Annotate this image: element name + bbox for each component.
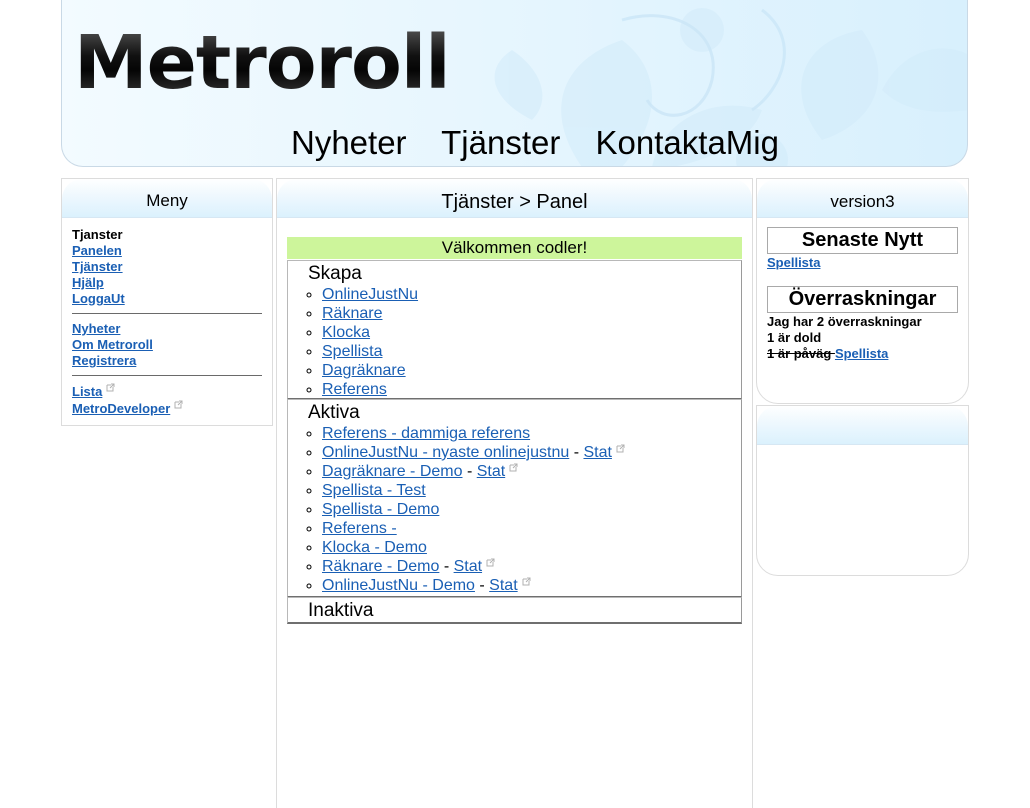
aktiva-item-link[interactable]: Dagräknare - Demo — [322, 463, 463, 480]
external-link-icon — [616, 444, 625, 453]
menu-link-tjanster[interactable]: Tjänster — [72, 259, 123, 274]
external-link-icon — [174, 400, 183, 409]
separator: - — [462, 463, 477, 480]
menu-link-om-metroroll[interactable]: Om Metroroll — [72, 337, 153, 352]
stat-link[interactable]: Stat — [583, 444, 611, 461]
version-label: version3 — [830, 192, 895, 211]
menu-link-loggaut[interactable]: LoggaUt — [72, 291, 125, 306]
top-navigation: Nyheter Tjänster KontaktaMig — [291, 126, 805, 159]
list-item: OnlineJustNu — [322, 285, 741, 304]
skapa-title: Skapa — [308, 263, 362, 284]
skapa-link-klocka[interactable]: Klocka — [322, 324, 370, 341]
aktiva-item-link[interactable]: Räknare - Demo — [322, 558, 439, 575]
list-item: Klocka - Demo — [322, 538, 741, 557]
overraskningar-heading: Överraskningar — [767, 286, 958, 313]
overraskningar-spellista-link[interactable]: Spellista — [835, 346, 888, 361]
menu-link-metrodeveloper[interactable]: MetroDeveloper — [72, 401, 170, 416]
aktiva-item-link[interactable]: OnlineJustNu - nyaste onlinejustnu — [322, 444, 569, 461]
overraskningar-count: Jag har 2 överraskningar — [767, 314, 922, 329]
menu-link-registrera[interactable]: Registrera — [72, 353, 136, 368]
menu-panel-tab: Meny — [62, 179, 272, 218]
menu-heading: Tjanster — [72, 227, 123, 242]
list-item: Räknare — [322, 304, 741, 323]
skapa-link-onlinejustnu[interactable]: OnlineJustNu — [322, 286, 418, 303]
list-item: Referens - — [322, 519, 741, 538]
menu-title: Meny — [146, 191, 188, 210]
external-link-icon — [509, 463, 518, 472]
skapa-link-dagraknare[interactable]: Dagräknare — [322, 362, 406, 379]
welcome-banner: Välkommen codler! — [287, 237, 742, 259]
stat-link[interactable]: Stat — [477, 463, 505, 480]
senaste-spellista-link[interactable]: Spellista — [767, 255, 820, 270]
skapa-list: OnlineJustNu Räknare Klocka Spellista Da… — [288, 285, 741, 399]
nav-nyheter[interactable]: Nyheter — [291, 124, 407, 161]
skapa-link-referens[interactable]: Referens — [322, 381, 387, 398]
menu-link-hjalp[interactable]: Hjälp — [72, 275, 104, 290]
separator: - — [474, 577, 490, 594]
main-panel: Tjänster > Panel Välkommen codler! Skapa… — [276, 178, 753, 808]
empty-panel-tab — [757, 406, 968, 445]
aktiva-item-link[interactable]: Referens - — [322, 520, 397, 537]
aktiva-item-link[interactable]: Spellista - Test — [322, 482, 426, 499]
info-panel: version3 Senaste Nytt Spellista Överrask… — [756, 178, 969, 404]
breadcrumb: Tjänster > Panel — [441, 191, 588, 213]
list-item: Dagräknare — [322, 361, 741, 380]
menu-list: Tjanster Panelen Tjänster Hjälp LoggaUt … — [72, 227, 262, 417]
skapa-link-raknare[interactable]: Räknare — [322, 305, 382, 322]
list-item: Dagräknare - Demo - Stat — [322, 462, 741, 481]
menu-divider — [72, 375, 262, 376]
main-panel-tab: Tjänster > Panel — [277, 179, 752, 218]
overraskningar-text: Jag har 2 överraskningar 1 är dold 1 är … — [767, 314, 922, 362]
info-panel-tab: version3 — [757, 179, 968, 218]
aktiva-item-link[interactable]: Spellista - Demo — [322, 501, 439, 518]
nav-kontaktamig[interactable]: KontaktaMig — [596, 124, 779, 161]
list-item: OnlineJustNu - Demo - Stat — [322, 576, 741, 595]
skapa-section: Skapa OnlineJustNu Räknare Klocka Spelli… — [287, 260, 742, 400]
external-link-icon — [522, 577, 531, 586]
aktiva-title: Aktiva — [308, 402, 360, 423]
separator: - — [569, 444, 584, 461]
aktiva-item-link[interactable]: Klocka - Demo — [322, 539, 427, 556]
stat-link[interactable]: Stat — [489, 577, 517, 594]
separator: - — [439, 558, 454, 575]
skapa-link-spellista[interactable]: Spellista — [322, 343, 382, 360]
list-item: Klocka — [322, 323, 741, 342]
menu-link-panelen[interactable]: Panelen — [72, 243, 122, 258]
menu-link-lista[interactable]: Lista — [72, 384, 102, 399]
list-item: Spellista - Test — [322, 481, 741, 500]
overraskningar-onway: 1 är påväg — [767, 346, 835, 361]
list-item: Referens - dammiga referens — [322, 424, 741, 443]
senaste-nytt-heading: Senaste Nytt — [767, 227, 958, 254]
inaktiva-title: Inaktiva — [308, 600, 374, 621]
aktiva-section: Aktiva Referens - dammiga referensOnline… — [287, 399, 742, 598]
overraskningar-hidden: 1 är dold — [767, 330, 822, 345]
menu-link-nyheter[interactable]: Nyheter — [72, 321, 120, 336]
list-item: Referens — [322, 380, 741, 399]
list-item: Räknare - Demo - Stat — [322, 557, 741, 576]
list-item: Spellista - Demo — [322, 500, 741, 519]
list-item: OnlineJustNu - nyaste onlinejustnu - Sta… — [322, 443, 741, 462]
site-logo[interactable]: Metroroll — [74, 26, 451, 100]
menu-divider — [72, 313, 262, 314]
external-link-icon — [486, 558, 495, 567]
empty-panel — [756, 405, 969, 576]
aktiva-list: Referens - dammiga referensOnlineJustNu … — [288, 424, 741, 595]
inaktiva-section: Inaktiva — [287, 597, 742, 624]
aktiva-item-link[interactable]: Referens - dammiga referens — [322, 425, 530, 442]
external-link-icon — [106, 383, 115, 392]
list-item: Spellista — [322, 342, 741, 361]
site-header: Metroroll Nyheter Tjänster KontaktaMig — [61, 0, 968, 167]
aktiva-item-link[interactable]: OnlineJustNu - Demo — [322, 577, 475, 594]
stat-link[interactable]: Stat — [454, 558, 482, 575]
nav-tjanster[interactable]: Tjänster — [441, 124, 560, 161]
menu-panel: Meny Tjanster Panelen Tjänster Hjälp Log… — [61, 178, 273, 426]
